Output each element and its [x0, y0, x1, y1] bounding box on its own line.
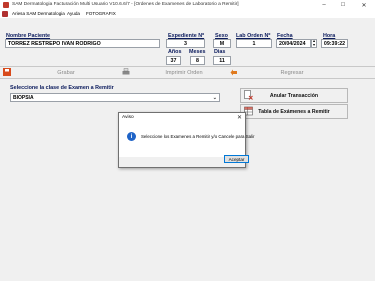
anular-transaccion-button[interactable]: Anular Transacción: [240, 88, 348, 103]
fecha-field[interactable]: 20/04/2024: [276, 39, 311, 48]
tabla-label: Tabla de Exámenes a Remitir: [258, 108, 330, 115]
save-icon: [3, 68, 11, 76]
printer-icon: [122, 68, 130, 75]
exam-select-value: BIOPSIA: [13, 94, 34, 101]
info-icon: i: [127, 132, 136, 141]
grabar-button[interactable]: Grabar: [14, 67, 118, 78]
dialog-title: Aviso: [119, 113, 245, 123]
meses-label: Meses: [189, 49, 206, 55]
dias-label: Dias: [214, 49, 226, 55]
app-icon: [3, 2, 9, 8]
back-arrow-icon: [230, 69, 237, 76]
menu-item-ayuda[interactable]: Ayuda: [67, 11, 80, 16]
menu-item-fotografix[interactable]: FOTOGRAFIX: [86, 11, 116, 16]
anos-label: Años: [168, 49, 182, 55]
spin-down-icon[interactable]: ▼: [312, 43, 316, 48]
imprimir-orden-button[interactable]: Imprimir Orden: [132, 67, 236, 78]
dialog-body: [119, 123, 245, 157]
minimize-button[interactable]: –: [316, 0, 332, 10]
expediente-field[interactable]: 3: [166, 39, 205, 48]
exam-label: Seleccione la clase de Examen a Remitir: [10, 85, 114, 91]
app-menu-icon[interactable]: [2, 11, 8, 17]
meses-field[interactable]: 8: [190, 56, 205, 65]
chevron-down-icon[interactable]: ⌄: [213, 95, 217, 101]
orden-field[interactable]: 1: [236, 39, 272, 48]
window-title: SAM Dermatologia Facturación Multi Usuar…: [12, 2, 239, 7]
dialog-message: Seleccione los Examenes a Remitir y/o Ca…: [141, 134, 255, 139]
dialog-close-icon[interactable]: ✕: [237, 113, 242, 123]
menu-item-ariesa[interactable]: Ariesa SAM Dermatologia: [12, 11, 65, 16]
fecha-spinner[interactable]: ▲ ▼: [311, 39, 317, 48]
name-field[interactable]: TORREZ RESTREPO IVAN RODRIGO: [5, 39, 160, 48]
dias-field[interactable]: 11: [213, 56, 231, 65]
tabla-examenes-button[interactable]: Tabla de Exámenes a Remitir: [240, 104, 348, 119]
sexo-field[interactable]: M: [213, 39, 231, 48]
anular-label: Anular Transacción: [269, 92, 319, 99]
anos-field[interactable]: 37: [166, 56, 181, 65]
document-cancel-icon: [244, 90, 253, 100]
close-button[interactable]: ✕: [356, 0, 372, 10]
maximize-button[interactable]: ☐: [335, 0, 351, 10]
aceptar-button[interactable]: Aceptar: [224, 155, 249, 163]
hora-field[interactable]: 09:39:22: [321, 39, 348, 48]
exam-select[interactable]: BIOPSIA ⌄: [10, 93, 220, 102]
regresar-button[interactable]: Regresar: [240, 67, 344, 78]
